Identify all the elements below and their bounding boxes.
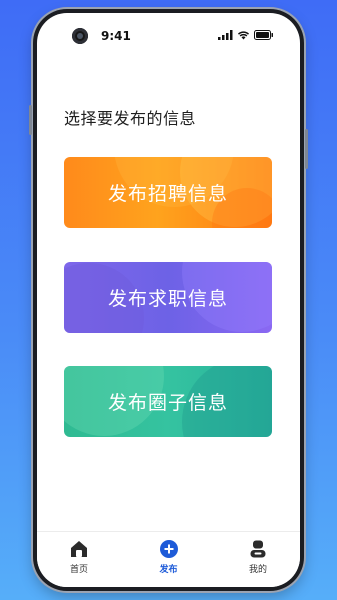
tab-home[interactable]: 首页 xyxy=(59,532,99,587)
bottom-tabbar: 首页 发布 我的 xyxy=(37,531,300,587)
user-icon xyxy=(248,539,268,559)
tab-publish[interactable]: 发布 xyxy=(149,532,189,587)
card-label: 发布求职信息 xyxy=(107,288,228,310)
status-icons xyxy=(218,30,274,40)
power-button xyxy=(305,129,308,169)
card-label: 发布圈子信息 xyxy=(107,392,228,414)
tab-mine-label: 我的 xyxy=(248,565,267,575)
status-bar: 9:41 xyxy=(37,13,300,53)
tab-mine[interactable]: 我的 xyxy=(238,532,278,587)
phone-frame: 9:41 选择要发布的信息 发布招聘信息 发布求职信息 发布圈子信息 首页 发布… xyxy=(29,9,308,591)
front-camera xyxy=(72,28,88,44)
wifi-icon xyxy=(237,31,250,40)
plus-circle-icon xyxy=(159,539,179,559)
volume-button xyxy=(29,105,32,135)
card-label: 发布招聘信息 xyxy=(107,183,228,205)
signal-icon xyxy=(218,30,233,40)
screen: 9:41 选择要发布的信息 发布招聘信息 发布求职信息 发布圈子信息 首页 发布… xyxy=(37,13,300,587)
battery-icon xyxy=(254,30,273,40)
post-circle-card[interactable]: 发布圈子信息 xyxy=(64,366,272,437)
post-job-card[interactable]: 发布招聘信息 xyxy=(64,157,272,228)
post-resume-card[interactable]: 发布求职信息 xyxy=(64,262,272,333)
page-title: 选择要发布的信息 xyxy=(64,109,197,128)
tab-home-label: 首页 xyxy=(69,565,88,575)
tab-publish-label: 发布 xyxy=(159,565,178,575)
home-icon xyxy=(69,539,89,559)
status-time: 9:41 xyxy=(101,29,131,43)
